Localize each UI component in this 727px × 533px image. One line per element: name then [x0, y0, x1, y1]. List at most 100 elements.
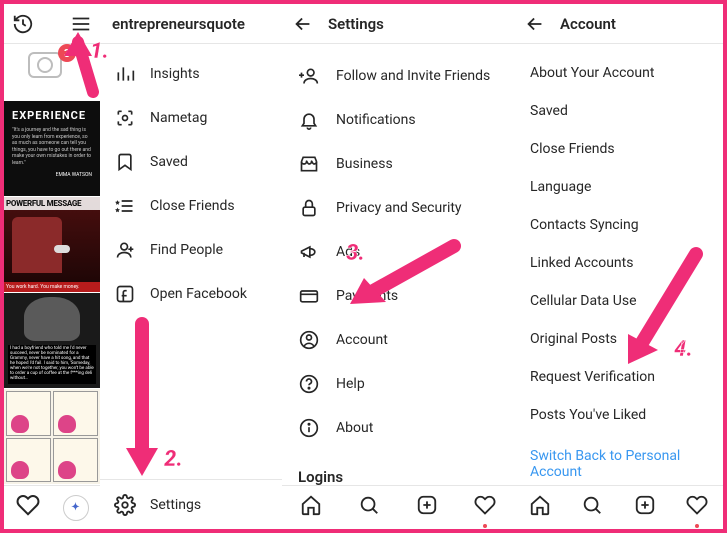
shop-icon: [298, 153, 320, 175]
add-person-icon: [298, 65, 320, 87]
username-header: entrepreneursquote: [100, 4, 282, 44]
thumb-title: EXPERIENCE: [12, 109, 92, 122]
settings-item-ads[interactable]: Ads: [282, 230, 514, 274]
bottom-tab-bar: [514, 485, 723, 529]
menu-item-label: Find People: [150, 242, 223, 258]
activity-tab-icon[interactable]: [474, 494, 496, 522]
activity-tab-icon[interactable]: [686, 494, 708, 522]
gear-icon: [114, 494, 136, 516]
back-arrow-icon[interactable]: [524, 13, 546, 35]
settings-list: Follow and Invite Friends Notifications …: [282, 44, 514, 533]
settings-item-label: Privacy and Security: [336, 200, 462, 216]
account-item-about-your-account[interactable]: About Your Account: [514, 54, 723, 92]
account-item-posts-youve-liked[interactable]: Posts You've Liked: [514, 396, 723, 434]
settings-item-label: Business: [336, 156, 393, 172]
account-item-cellular-data-use[interactable]: Cellular Data Use: [514, 282, 723, 320]
add-post-tab-icon[interactable]: [634, 494, 656, 522]
archive-icon[interactable]: [12, 13, 34, 35]
bell-icon: [298, 109, 320, 131]
menu-item-label: Open Facebook: [150, 286, 247, 302]
find-people-icon: [114, 239, 136, 261]
menu-item-label: Close Friends: [150, 198, 235, 214]
menu-item-label: Saved: [150, 154, 188, 170]
close-friends-list-icon: [114, 195, 136, 217]
app-frame: 3 EXPERIENCE "It's a journey and the sad…: [0, 0, 727, 533]
profile-side-menu: entrepreneursquote Insights Nametag Save…: [100, 4, 282, 529]
settings-item-label: Follow and Invite Friends: [336, 68, 490, 84]
profile-avatar-placeholder[interactable]: 3: [28, 52, 70, 86]
facebook-icon: [114, 283, 136, 305]
menu-item-insights[interactable]: Insights: [100, 52, 282, 96]
account-item-saved[interactable]: Saved: [514, 92, 723, 130]
settings-item-account[interactable]: Account: [282, 318, 514, 362]
account-item-linked-accounts[interactable]: Linked Accounts: [514, 244, 723, 282]
switch-account-link[interactable]: Switch Back to Personal Account: [514, 434, 723, 490]
home-tab-icon[interactable]: [529, 494, 551, 522]
account-panel: Account About Your Account Saved Close F…: [514, 4, 723, 529]
account-item-close-friends[interactable]: Close Friends: [514, 130, 723, 168]
notification-badge: 3: [58, 44, 76, 62]
settings-item-follow-invite[interactable]: Follow and Invite Friends: [282, 54, 514, 98]
menu-list: Insights Nametag Saved Close Friends: [100, 44, 282, 316]
settings-topbar: Settings: [282, 4, 514, 44]
camera-icon: [28, 52, 62, 78]
settings-item-label: Payments: [336, 288, 398, 304]
settings-item-help[interactable]: Help: [282, 362, 514, 406]
card-icon: [298, 285, 320, 307]
account-item-original-posts[interactable]: Original Posts: [514, 320, 723, 358]
post-thumbnail[interactable]: EXPERIENCE "It's a journey and the sad t…: [4, 100, 100, 196]
account-item-language[interactable]: Language: [514, 168, 723, 206]
help-icon: [298, 373, 320, 395]
profile-tab-icon[interactable]: ✦: [63, 495, 89, 521]
settings-item-privacy[interactable]: Privacy and Security: [282, 186, 514, 230]
insights-icon: [114, 63, 136, 85]
menu-item-open-facebook[interactable]: Open Facebook: [100, 272, 282, 316]
settings-item-label: Help: [336, 376, 365, 392]
bottom-tab-bar: [282, 485, 514, 529]
settings-item-notifications[interactable]: Notifications: [282, 98, 514, 142]
heart-icon[interactable]: [16, 493, 40, 523]
add-post-tab-icon[interactable]: [416, 494, 438, 522]
account-item-request-verification[interactable]: Request Verification: [514, 358, 723, 396]
post-thumbnail[interactable]: I had a boyfriend who told me I'd never …: [4, 292, 100, 388]
settings-item-label: Notifications: [336, 112, 416, 128]
thumb-caption: You work hard. You make money.: [4, 282, 100, 292]
thumb-author: EMMA WATSON: [12, 172, 92, 178]
settings-item-payments[interactable]: Payments: [282, 274, 514, 318]
menu-item-label: Nametag: [150, 110, 207, 126]
hamburger-menu-icon[interactable]: [70, 13, 92, 35]
settings-label: Settings: [150, 497, 201, 513]
thumb-text: I had a boyfriend who told me I'd never …: [8, 345, 96, 384]
thumb-text: "It's a journey and the sad thing is you…: [12, 127, 92, 166]
username-text: entrepreneursquote: [112, 15, 245, 33]
menu-item-close-friends[interactable]: Close Friends: [100, 184, 282, 228]
menu-item-find-people[interactable]: Find People: [100, 228, 282, 272]
back-arrow-icon[interactable]: [292, 13, 314, 35]
account-topbar: Account: [514, 4, 723, 44]
bookmark-icon: [114, 151, 136, 173]
menu-item-nametag[interactable]: Nametag: [100, 96, 282, 140]
settings-item-label: Account: [336, 332, 388, 348]
search-tab-icon[interactable]: [581, 494, 603, 522]
profile-bottom-bar: ✦: [4, 485, 100, 529]
thumb-headline: POWERFUL MESSAGE: [4, 197, 100, 210]
settings-item-about[interactable]: About: [282, 406, 514, 450]
lock-icon: [298, 197, 320, 219]
account-title: Account: [560, 15, 616, 33]
post-thumbnail[interactable]: [4, 388, 100, 484]
megaphone-icon: [298, 241, 320, 263]
menu-item-label: Insights: [150, 66, 200, 82]
post-thumbnail[interactable]: POWERFUL MESSAGE You work hard. You make…: [4, 196, 100, 292]
search-tab-icon[interactable]: [358, 494, 380, 522]
menu-item-settings[interactable]: Settings: [100, 479, 282, 529]
home-tab-icon[interactable]: [300, 494, 322, 522]
settings-item-label: About: [336, 420, 373, 436]
profile-strip: 3 EXPERIENCE "It's a journey and the sad…: [4, 4, 100, 529]
account-item-contacts-syncing[interactable]: Contacts Syncing: [514, 206, 723, 244]
account-list: About Your Account Saved Close Friends L…: [514, 44, 723, 500]
person-circle-icon: [298, 329, 320, 351]
settings-item-business[interactable]: Business: [282, 142, 514, 186]
profile-topbar: [4, 4, 100, 44]
menu-item-saved[interactable]: Saved: [100, 140, 282, 184]
settings-title: Settings: [328, 15, 384, 33]
